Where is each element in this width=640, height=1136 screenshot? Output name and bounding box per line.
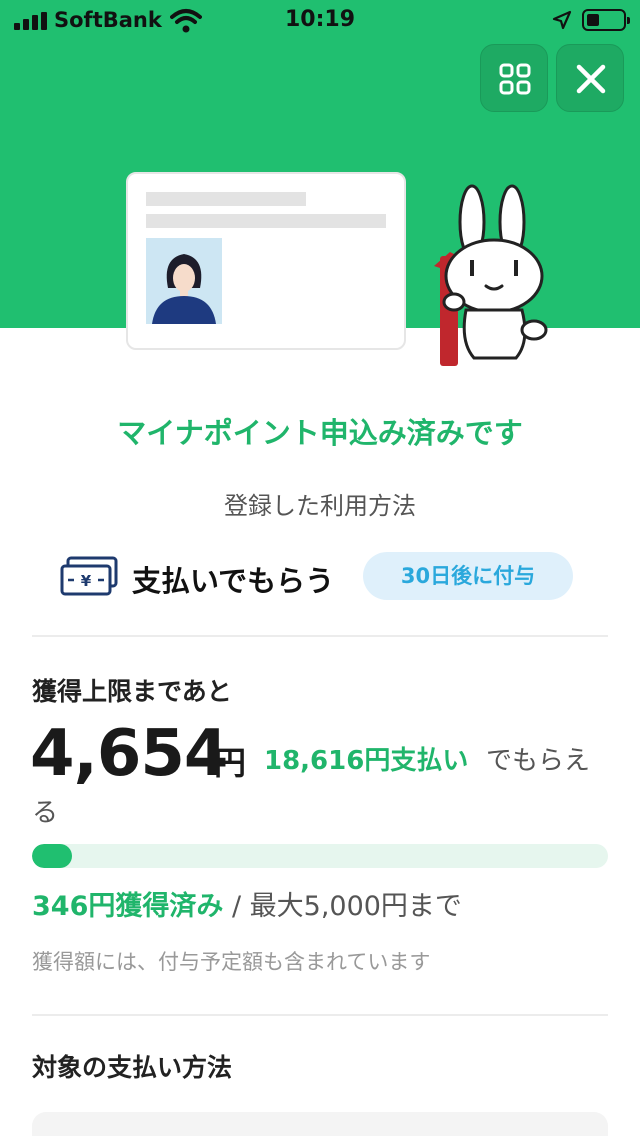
money-icon: ¥	[60, 556, 118, 596]
max-amount: / 最大5,000円まで	[223, 891, 462, 922]
page-title: マイナポイント申込み済みです	[117, 416, 523, 450]
grid-icon	[499, 63, 531, 95]
method-heading: 登録した利用方法	[224, 492, 416, 520]
battery-icon	[582, 9, 630, 31]
person-icon	[152, 254, 216, 324]
divider	[32, 1014, 608, 1016]
apps-button[interactable]	[480, 44, 548, 112]
location-icon	[552, 10, 572, 30]
close-icon	[576, 64, 606, 94]
status-time: 10:19	[284, 7, 356, 32]
card-photo	[146, 238, 222, 324]
target-methods-title: 対象の支払い方法	[32, 1053, 233, 1082]
progress-bar	[32, 844, 608, 868]
grant-timing-badge: 30日後に付与	[363, 552, 573, 600]
limit-label: 獲得上限まであと	[32, 677, 232, 706]
get-text-continued: る	[32, 798, 59, 828]
remaining-amount: 4,654	[30, 717, 228, 791]
card-text-placeholder	[146, 192, 306, 206]
card-text-placeholder	[146, 214, 386, 228]
earned-line: 346円獲得済み / 最大5,000円まで	[32, 884, 462, 923]
close-button[interactable]	[556, 44, 624, 112]
status-bar: SoftBank 10:19	[0, 0, 640, 40]
earned-note: 獲得額には、付与予定額も含まれています	[32, 950, 431, 974]
progress-fill	[32, 844, 72, 868]
svg-text:¥: ¥	[81, 572, 92, 590]
payment-method-list[interactable]	[32, 1112, 608, 1136]
mascot-icon	[434, 184, 548, 366]
id-card-illustration	[126, 172, 406, 350]
remaining-unit: 円	[214, 744, 247, 782]
method-name: 支払いでもらう	[132, 564, 335, 598]
spend-amount-text: 18,616円支払い	[264, 746, 469, 776]
get-text: でもらえ	[486, 746, 591, 776]
earned-amount: 346円獲得済み	[32, 891, 224, 922]
method-row: ¥ 支払いでもらう 30日後に付与	[60, 552, 580, 602]
divider	[32, 635, 608, 637]
